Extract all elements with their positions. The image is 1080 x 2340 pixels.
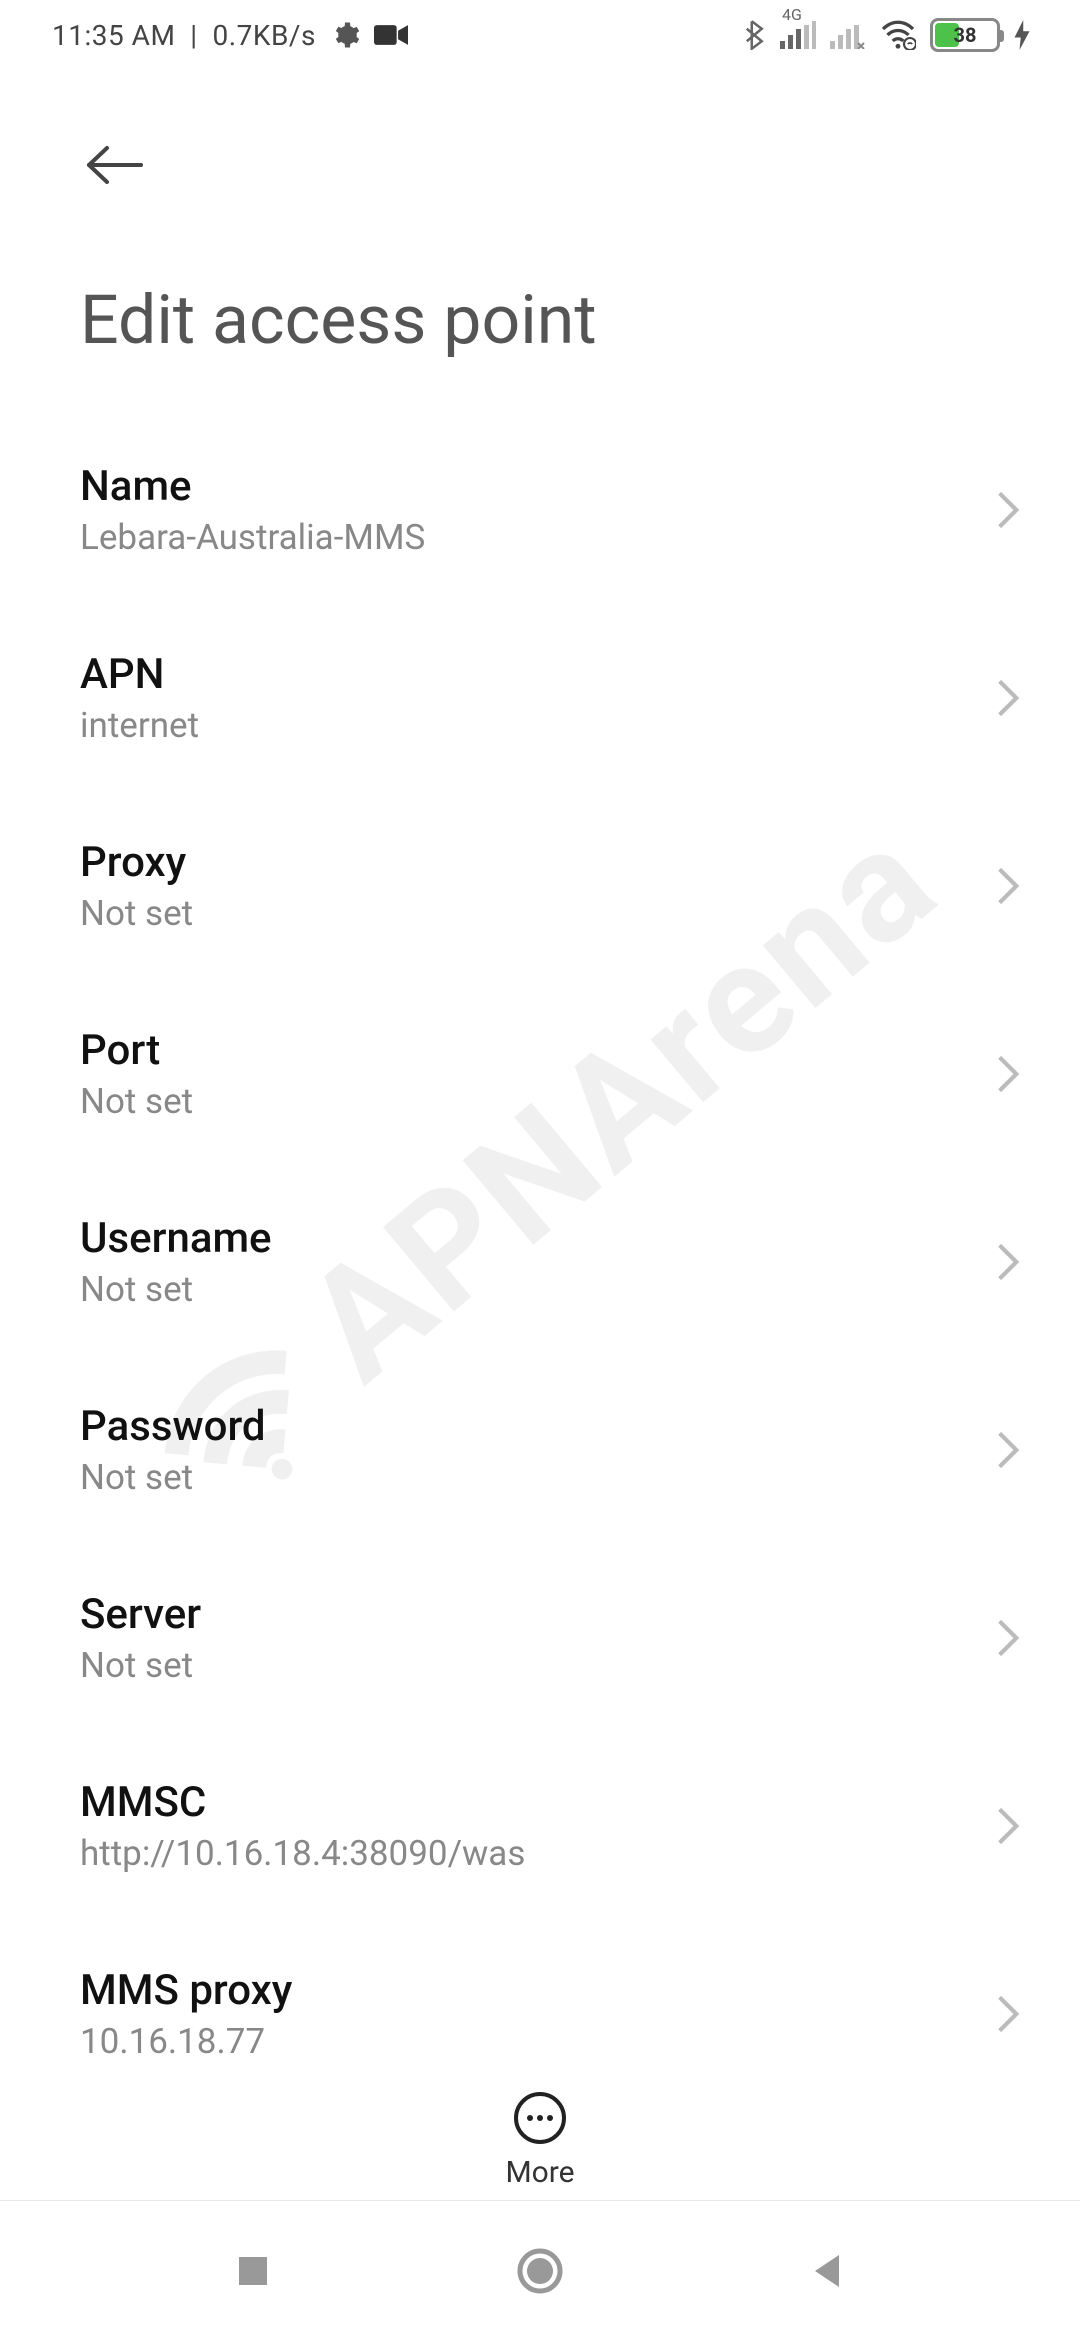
- chevron-right-icon: [996, 1618, 1020, 1658]
- nav-back-button[interactable]: [797, 2241, 857, 2301]
- charging-icon: [1014, 20, 1030, 50]
- setting-value: http://10.16.18.4:38090/was: [80, 1833, 525, 1874]
- chevron-right-icon: [996, 1806, 1020, 1846]
- setting-row-password[interactable]: Password Not set: [80, 1360, 1020, 1548]
- chevron-right-icon: [996, 1054, 1020, 1094]
- net-badge: 4G: [782, 5, 802, 24]
- circle-icon: [517, 2248, 563, 2294]
- setting-text: Password Not set: [80, 1402, 266, 1498]
- setting-text: MMSC http://10.16.18.4:38090/was: [80, 1778, 525, 1874]
- setting-row-apn[interactable]: APN internet: [80, 608, 1020, 796]
- triangle-left-icon: [809, 2251, 845, 2291]
- setting-value: 10.16.18.77: [80, 2021, 292, 2062]
- setting-text: APN internet: [80, 650, 199, 746]
- square-icon: [235, 2253, 271, 2289]
- chevron-right-icon: [996, 1430, 1020, 1470]
- setting-row-mms-proxy[interactable]: MMS proxy 10.16.18.77: [80, 1924, 1020, 2112]
- chevron-right-icon: [996, 866, 1020, 906]
- setting-row-username[interactable]: Username Not set: [80, 1172, 1020, 1360]
- more-circle-icon: [513, 2091, 567, 2145]
- setting-row-port[interactable]: Port Not set: [80, 984, 1020, 1172]
- battery-percent: 38: [954, 23, 977, 47]
- chevron-right-icon: [996, 490, 1020, 530]
- nav-recents-button[interactable]: [223, 2241, 283, 2301]
- setting-row-name[interactable]: Name Lebara-Australia-MMS: [80, 420, 1020, 608]
- signal-1: 4G: [780, 21, 816, 49]
- gear-icon: [330, 20, 360, 50]
- system-nav-bar: [0, 2200, 1080, 2340]
- setting-text: Username Not set: [80, 1214, 272, 1310]
- setting-text: Proxy Not set: [80, 838, 193, 934]
- camera-icon: [374, 23, 408, 47]
- setting-label: Server: [80, 1590, 201, 1639]
- header: [0, 70, 1080, 200]
- setting-text: Server Not set: [80, 1590, 201, 1686]
- settings-list: Name Lebara-Australia-MMS APN internet P…: [0, 420, 1080, 2112]
- chevron-right-icon: [996, 1242, 1020, 1282]
- chevron-right-icon: [996, 1994, 1020, 2034]
- setting-label: MMS proxy: [80, 1966, 292, 2015]
- setting-label: Port: [80, 1026, 193, 1075]
- chevron-right-icon: [996, 678, 1020, 718]
- setting-text: MMS proxy 10.16.18.77: [80, 1966, 292, 2062]
- page-title: Edit access point: [0, 200, 1080, 420]
- setting-value: Not set: [80, 1645, 201, 1686]
- arrow-left-icon: [85, 144, 145, 186]
- status-speed-text: 0.7KB/s: [213, 19, 316, 52]
- signal-bars-2-icon: [830, 21, 866, 49]
- setting-row-server[interactable]: Server Not set: [80, 1548, 1020, 1736]
- status-right: 4G 38: [740, 18, 1030, 52]
- wifi-status-icon: [880, 20, 916, 50]
- back-button[interactable]: [80, 130, 150, 200]
- more-label: More: [505, 2155, 574, 2190]
- setting-text: Name Lebara-Australia-MMS: [80, 462, 425, 558]
- more-button[interactable]: More: [505, 2091, 574, 2190]
- setting-label: Proxy: [80, 838, 193, 887]
- setting-value: Not set: [80, 1081, 193, 1122]
- setting-label: MMSC: [80, 1778, 525, 1827]
- setting-label: Name: [80, 462, 425, 511]
- setting-text: Port Not set: [80, 1026, 193, 1122]
- bluetooth-icon: [740, 20, 766, 50]
- status-time-text: 11:35 AM: [52, 19, 175, 52]
- setting-row-mmsc[interactable]: MMSC http://10.16.18.4:38090/was: [80, 1736, 1020, 1924]
- setting-value: Not set: [80, 1269, 272, 1310]
- setting-label: APN: [80, 650, 199, 699]
- status-left: 11:35 AM | 0.7KB/s: [52, 19, 408, 52]
- nav-home-button[interactable]: [510, 2241, 570, 2301]
- setting-value: Lebara-Australia-MMS: [80, 517, 425, 558]
- setting-label: Username: [80, 1214, 272, 1263]
- status-bar: 11:35 AM | 0.7KB/s 4G: [0, 0, 1080, 70]
- signal-bars-1-icon: [780, 21, 816, 49]
- status-time: 11:35 AM | 0.7KB/s: [52, 19, 316, 52]
- setting-value: internet: [80, 705, 199, 746]
- setting-value: Not set: [80, 893, 193, 934]
- setting-label: Password: [80, 1402, 266, 1451]
- setting-row-proxy[interactable]: Proxy Not set: [80, 796, 1020, 984]
- more-bar: More: [0, 2091, 1080, 2190]
- setting-value: Not set: [80, 1457, 266, 1498]
- battery-indicator: 38: [930, 18, 1000, 52]
